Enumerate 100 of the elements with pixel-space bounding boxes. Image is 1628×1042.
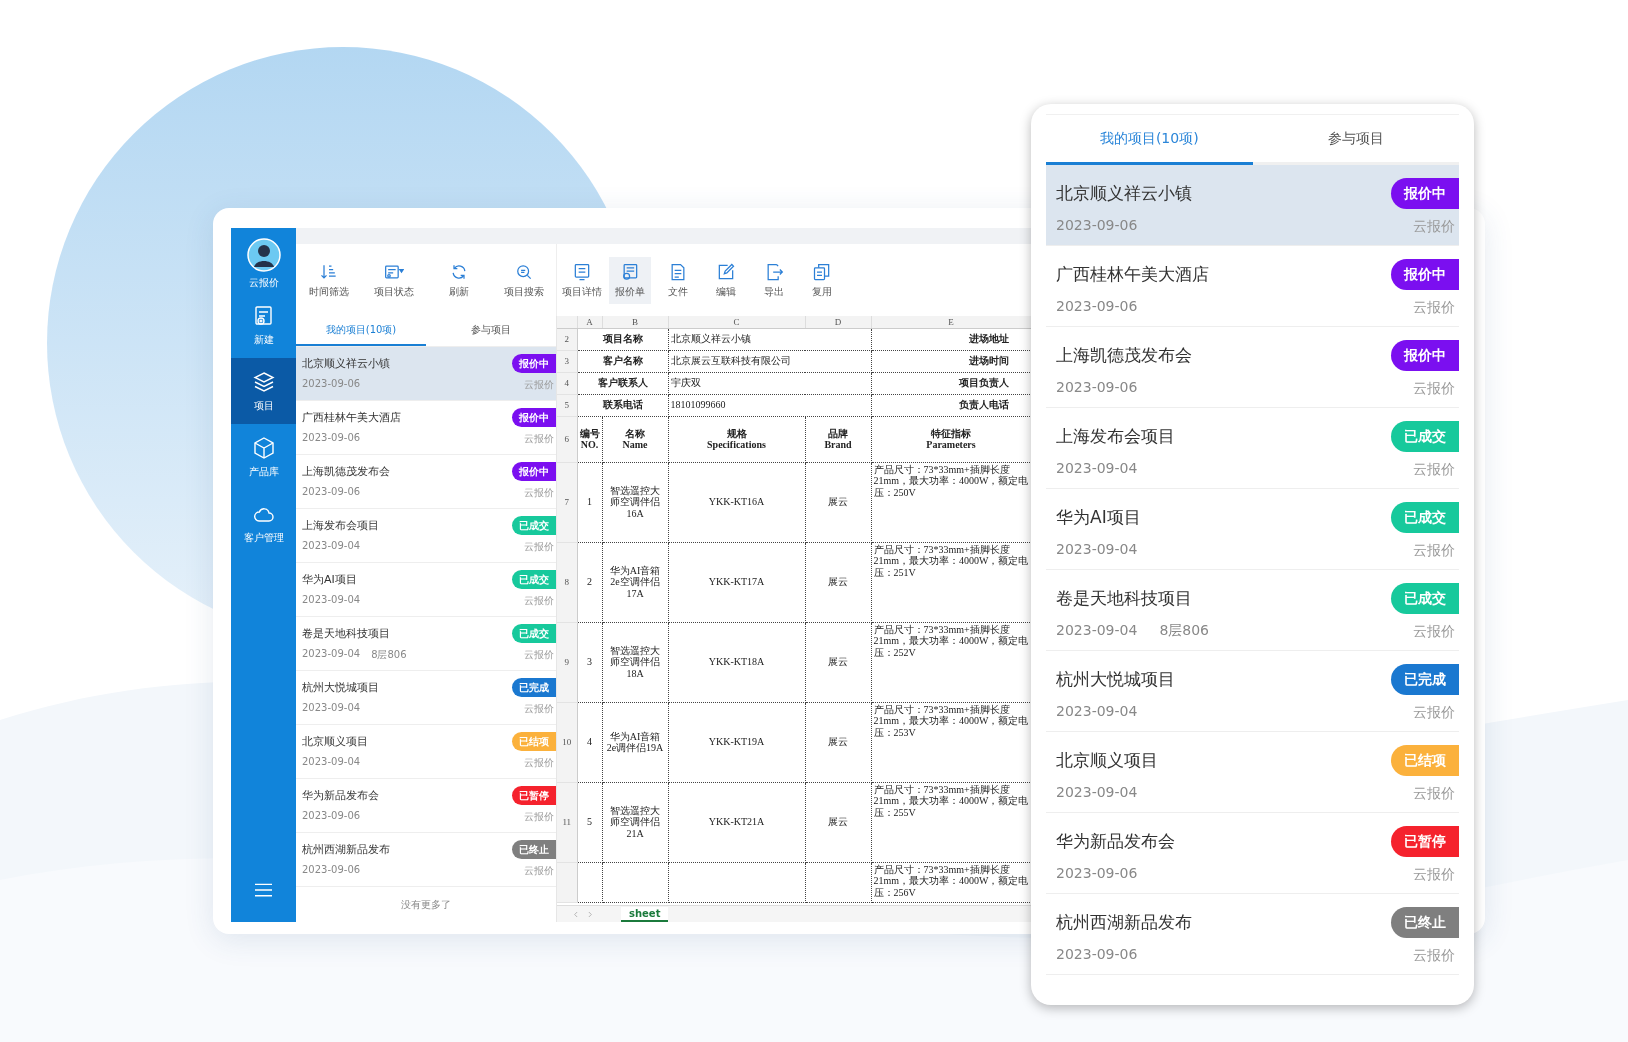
sidebar-item[interactable]: 客户管理: [231, 490, 296, 556]
project-name: 广西桂林午美大酒店: [1056, 263, 1210, 286]
menu-icon[interactable]: [255, 883, 272, 897]
project-date: 2023-09-06: [1056, 379, 1138, 395]
status-badge: 已成交: [1391, 421, 1459, 452]
table-cell: 2: [577, 542, 602, 622]
toolbar-button[interactable]: 项目详情: [561, 256, 603, 304]
toolbar-button[interactable]: 项目搜索: [495, 256, 552, 304]
project-date: 2023-09-04: [1056, 541, 1138, 557]
column-header[interactable]: A: [577, 316, 602, 328]
table-cell: 华为AI音箱2e空调伴侣17A: [602, 542, 668, 622]
table-cell: 智选遥控大师空调伴侣21A: [602, 782, 668, 862]
table-cell: 3: [577, 622, 602, 702]
table-cell: 客户名称: [577, 350, 668, 372]
project-row[interactable]: 北京顺义祥云小镇 2023-09-06 报价中 云报价: [1046, 165, 1459, 246]
table-cell: 展云: [805, 622, 871, 702]
row-number[interactable]: 6: [557, 416, 577, 462]
project-date: 2023-09-06: [1056, 865, 1138, 881]
source-label: 云报价: [524, 540, 555, 554]
project-name: 北京顺义项目: [1056, 749, 1159, 772]
table-cell: 品牌 Brand: [805, 416, 871, 462]
status-badge: 报价中: [512, 354, 556, 373]
row-number[interactable]: 9: [557, 622, 577, 702]
sidebar-item[interactable]: 新建: [231, 292, 296, 358]
table-cell: YKK-KT18A: [668, 622, 805, 702]
column-header[interactable]: C: [668, 316, 805, 328]
toolbar-button[interactable]: 文件: [657, 256, 699, 304]
source-label: 云报价: [1413, 866, 1456, 884]
project-date: 2023-09-06: [1056, 946, 1138, 962]
row-number[interactable]: 5: [557, 394, 577, 416]
toolbar-button[interactable]: 编辑: [705, 256, 747, 304]
project-date: 2023-09-04: [302, 540, 361, 551]
column-header[interactable]: E: [871, 316, 1031, 328]
project-name: 杭州西湖新品发布: [1056, 911, 1193, 934]
toolbar-button[interactable]: 项目状态: [365, 256, 422, 304]
table-cell: YKK-KT21A: [668, 782, 805, 862]
project-name: 杭州大悦城项目: [302, 680, 380, 695]
toolbar-button[interactable]: 导出: [753, 256, 795, 304]
source-label: 云报价: [1413, 623, 1456, 641]
row-number[interactable]: 2: [557, 328, 577, 350]
project-name: 上海发布会项目: [1056, 425, 1176, 448]
status-badge: 已结项: [1391, 745, 1459, 776]
source-label: 云报价: [524, 378, 555, 392]
row-number[interactable]: 3: [557, 350, 577, 372]
table-cell: 4: [577, 702, 602, 782]
column-header[interactable]: D: [805, 316, 871, 328]
table-cell: 北京展云互联科技有限公司: [668, 350, 871, 372]
project-date: 2023-09-06: [1056, 217, 1138, 233]
sidebar-item[interactable]: 产品库: [231, 424, 296, 490]
project-name: 杭州西湖新品发布: [302, 842, 391, 857]
source-label: 云报价: [524, 756, 555, 770]
row-number[interactable]: 4: [557, 372, 577, 394]
project-name: 北京顺义祥云小镇: [302, 356, 391, 371]
status-badge: 报价中: [1391, 259, 1459, 290]
source-label: 云报价: [1413, 947, 1456, 965]
source-label: 云报价: [524, 594, 555, 608]
row-number[interactable]: 8: [557, 542, 577, 622]
toolbar-button[interactable]: 刷新: [430, 256, 487, 304]
toolbar-button[interactable]: 复用: [801, 256, 843, 304]
project-date: 2023-09-04: [1056, 703, 1138, 719]
list-end-text: 没有更多了: [401, 897, 451, 912]
avatar-icon[interactable]: [246, 238, 281, 272]
project-date: 2023-09-06: [302, 810, 361, 821]
project-date: 2023-09-04: [1056, 622, 1138, 640]
status-badge: 已成交: [512, 624, 556, 643]
project-date: 2023-09-06: [302, 864, 361, 875]
source-label: 云报价: [524, 702, 555, 716]
table-cell: YKK-KT16A: [668, 462, 805, 542]
toolbar-button[interactable]: 报价单: [609, 256, 651, 304]
layers-icon: [251, 369, 276, 394]
source-label: 云报价: [1413, 380, 1456, 398]
sidebar-item[interactable]: 项目: [231, 358, 296, 424]
row-number[interactable]: 10: [557, 702, 577, 782]
status-badge: 已终止: [512, 840, 556, 859]
source-label: 云报价: [524, 810, 555, 824]
project-name: 卷是天地科技项目: [1056, 587, 1193, 610]
project-name: 北京顺义祥云小镇: [1056, 182, 1193, 205]
row-number[interactable]: 11: [557, 782, 577, 862]
table-cell: 规格 Specifications: [668, 416, 805, 462]
table-cell: 华为AI音箱2e调伴侣19A: [602, 702, 668, 782]
source-label: 云报价: [1413, 299, 1456, 317]
project-name: 上海凯德茂发布会: [1056, 344, 1193, 367]
column-header[interactable]: B: [602, 316, 668, 328]
project-row[interactable]: 北京顺义祥云小镇 2023-09-06 报价中 云报价: [296, 347, 556, 401]
table-cell: 项目名称: [577, 328, 668, 350]
toolbar-button[interactable]: 时间筛选: [300, 256, 357, 304]
source-label: 云报价: [524, 864, 555, 878]
row-number[interactable]: 7: [557, 462, 577, 542]
table-cell: 宇庆双: [668, 372, 871, 394]
source-label: 云报价: [1413, 218, 1456, 236]
project-location: 8层806: [1159, 622, 1209, 640]
table-cell: 展云: [805, 782, 871, 862]
sheet-tab[interactable]: sheet: [621, 906, 669, 922]
status-badge: 报价中: [512, 408, 556, 427]
project-date: 2023-09-04: [302, 756, 361, 767]
table-cell: YKK-KT19A: [668, 702, 805, 782]
document-icon: [572, 261, 592, 282]
source-label: 云报价: [524, 432, 555, 446]
project-date: 2023-09-06: [1056, 298, 1138, 314]
status-badge: 已结项: [512, 732, 556, 751]
